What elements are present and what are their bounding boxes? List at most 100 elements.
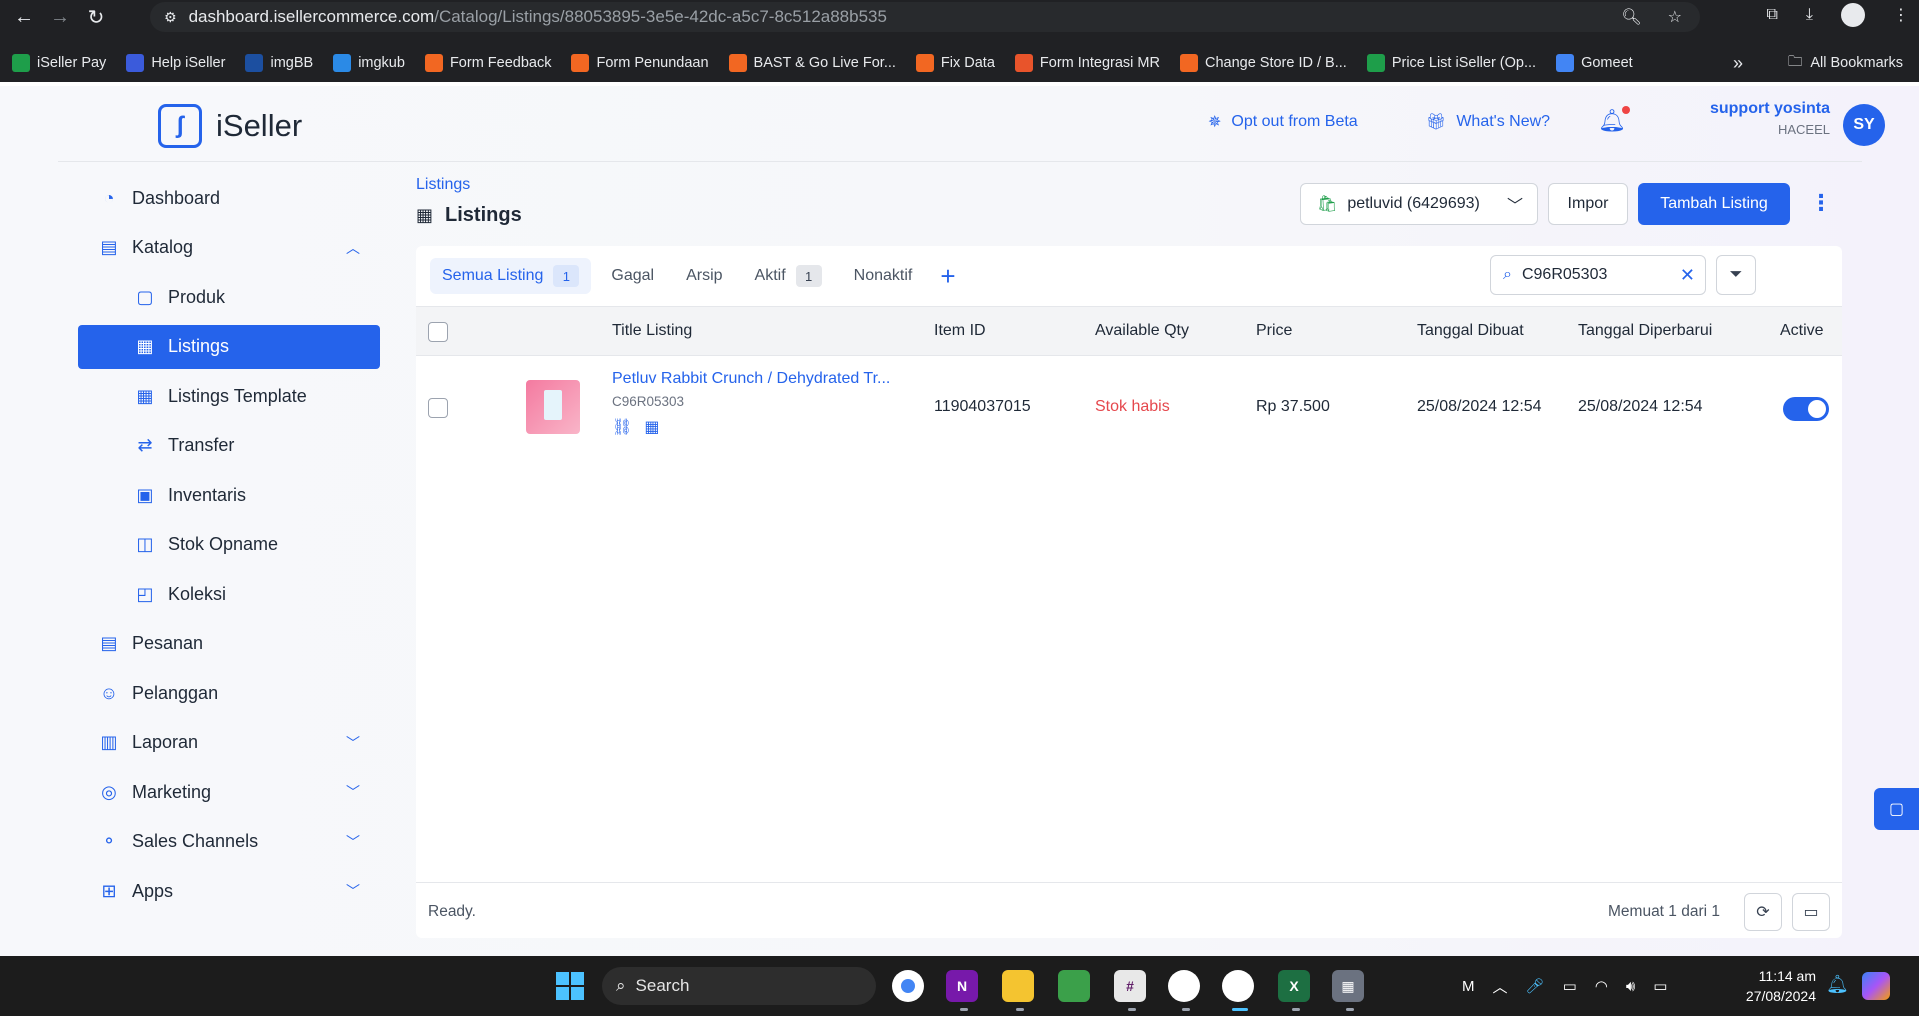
listing-store-icon[interactable]: ▦ [644,417,659,437]
linked-listing-icon[interactable]: ⛓ [612,417,632,437]
display-icon[interactable]: ▭ [1563,977,1577,995]
bookmark-item[interactable]: iSeller Pay [12,54,106,72]
sidebar-item-pelanggan[interactable]: ☺ Pelanggan [78,671,380,715]
bookmark-item[interactable]: Form Penundaan [571,54,709,72]
sidebar-item-dashboard[interactable]: ◔ Dashboard [78,176,380,220]
download-icon[interactable]: ⤓ [1806,6,1813,24]
help-chat-button[interactable]: ▢ [1874,788,1919,830]
sidebar-item-listings-template[interactable]: ▦ Listings Template [78,374,380,418]
profile-icon[interactable] [1841,3,1865,27]
listing-title-link[interactable]: Petluv Rabbit Crunch / Dehydrated Tr... [612,370,922,388]
bookmark-item[interactable]: Help iSeller [126,54,225,72]
notification-bell-icon[interactable]: 🔔︎ [1598,106,1630,134]
sidebar-item-inventaris[interactable]: ▣ Inventaris [78,473,380,517]
opt-out-beta-link[interactable]: ✵ Opt out from Beta [1208,112,1358,132]
chevron-up-icon[interactable]: ︿ [1493,976,1508,997]
bookmark-item[interactable]: imgkub [333,54,405,72]
comments-button[interactable]: ▭ [1792,893,1830,931]
col-price[interactable]: Price [1256,322,1292,340]
menu-icon[interactable]: ⋮ [1893,5,1909,25]
product-thumbnail[interactable] [526,380,580,434]
col-active[interactable]: Active [1780,322,1824,340]
col-title-listing[interactable]: Title Listing [612,322,692,340]
select-all-checkbox[interactable] [428,322,448,342]
store-selector[interactable]: 🛍︎ petluvid (6429693) ﹀ [1300,183,1538,225]
chevron-down-icon[interactable]: ﹀ [346,782,360,802]
wifi-icon[interactable]: ◠ [1595,977,1608,995]
windows-start-icon[interactable] [556,972,584,1000]
chevron-down-icon[interactable]: ﹀ [346,733,360,753]
chrome-profile-taskbar-icon[interactable] [1168,970,1200,1002]
extensions-icon[interactable]: ⧉ [1766,6,1777,24]
avatar[interactable]: SY [1843,104,1885,146]
active-toggle[interactable] [1783,397,1829,421]
back-icon[interactable]: ← [10,3,38,31]
microphone-icon[interactable]: 🎤︎ [1526,977,1545,995]
bookmark-item[interactable]: BAST & Go Live For... [728,54,896,72]
clear-search-icon[interactable]: ✕ [1680,265,1695,286]
sidebar-item-stok-opname[interactable]: ◫ Stok Opname [78,523,380,567]
file-explorer-taskbar-icon[interactable] [1002,970,1034,1002]
excel-taskbar-icon[interactable]: X [1278,970,1310,1002]
battery-icon[interactable]: ▭ [1653,977,1667,995]
whats-new-link[interactable]: 🎁︎ What's New? [1426,112,1550,132]
col-updated[interactable]: Tanggal Diperbarui [1578,322,1712,340]
col-item-id[interactable]: Item ID [934,322,986,340]
reload-icon[interactable]: ↻ [82,3,110,31]
sidebar-item-marketing[interactable]: ◎ Marketing ﹀ [78,770,380,814]
chrome-taskbar-icon[interactable] [892,970,924,1002]
user-info[interactable]: support yosinta HACEEL [1648,100,1830,137]
breadcrumb[interactable]: Listings [416,176,470,194]
sidebar-item-sales-channels[interactable]: ⚬ Sales Channels ﹀ [78,820,380,864]
sidebar-item-laporan[interactable]: ▥ Laporan ﹀ [78,721,380,765]
bookmark-item[interactable]: Form Integrasi MR [1014,54,1160,72]
chevron-down-icon[interactable]: ﹀ [346,881,360,901]
address-bar[interactable]: ⚙ dashboard.isellercommerce.com/Catalog/… [150,2,1700,32]
iseller-logo[interactable]: ʃ iSeller [158,104,302,148]
bookmark-item[interactable]: imgBB [245,54,313,72]
volume-icon[interactable]: 🔊︎ [1626,978,1635,995]
taskbar-search[interactable]: ⌕ Search [602,967,876,1005]
bookmark-item[interactable]: Form Feedback [424,54,551,72]
sidebar-item-apps[interactable]: ⊞ Apps ﹀ [78,869,380,913]
chrome-active-taskbar-icon[interactable] [1222,970,1254,1002]
sidebar-item-koleksi[interactable]: ◰ Koleksi [78,572,380,616]
bookmark-item[interactable]: Price List iSeller (Op... [1366,54,1536,72]
bookmark-item[interactable]: Fix Data [915,54,995,72]
tab-arsip[interactable]: Arsip [674,258,734,294]
site-info-icon[interactable]: ⚙ [164,9,177,26]
slack-taskbar-icon[interactable]: # [1114,970,1146,1002]
forward-icon[interactable]: → [46,3,74,31]
tab-aktif[interactable]: Aktif 1 [743,258,834,294]
bluestacks-taskbar-icon[interactable] [1058,970,1090,1002]
onenote-taskbar-icon[interactable]: N [946,970,978,1002]
more-bookmarks-icon[interactable]: » [1733,53,1743,74]
sidebar-item-transfer[interactable]: ⇄ Transfer [78,424,380,468]
add-tab-icon[interactable]: + [932,261,963,292]
bookmark-item[interactable]: Gomeet [1556,54,1633,72]
more-options-icon[interactable]: ⋮ [1810,190,1832,216]
col-available-qty[interactable]: Available Qty [1095,322,1189,340]
taskbar-clock[interactable]: 11:14 am 27/08/2024 [1730,966,1816,1006]
table-row[interactable]: Petluv Rabbit Crunch / Dehydrated Tr... … [416,356,1842,460]
app-tray-icon[interactable]: M [1462,978,1475,995]
bookmark-star-icon[interactable]: ☆ [1668,7,1682,27]
refresh-button[interactable]: ⟳ [1744,893,1782,931]
chevron-down-icon[interactable]: ﹀ [346,832,360,852]
copilot-icon[interactable] [1862,972,1890,1000]
calculator-taskbar-icon[interactable]: ▦ [1332,970,1364,1002]
filter-button[interactable]: ⏷ [1716,255,1756,295]
chevron-up-icon[interactable]: ︿ [346,238,360,258]
sidebar-item-listings[interactable]: ▦ Listings [78,324,380,369]
all-bookmarks[interactable]: 🗀 All Bookmarks [1788,51,1903,76]
tab-gagal[interactable]: Gagal [599,258,666,294]
sidebar-item-produk[interactable]: ▢ Produk [78,275,380,319]
tab-semua-listing[interactable]: Semua Listing 1 [430,258,592,294]
notification-icon[interactable]: 🔔︎ [1826,974,1849,995]
add-listing-button[interactable]: Tambah Listing [1638,183,1790,225]
sidebar-item-pesanan[interactable]: ▤ Pesanan [78,622,380,666]
tab-nonaktif[interactable]: Nonaktif [842,258,925,294]
bookmark-item[interactable]: Change Store ID / B... [1179,54,1347,72]
zoom-icon[interactable]: 🔍︎ [1621,7,1641,27]
search-input[interactable]: ⌕ C96R05303 ✕ [1490,255,1706,295]
